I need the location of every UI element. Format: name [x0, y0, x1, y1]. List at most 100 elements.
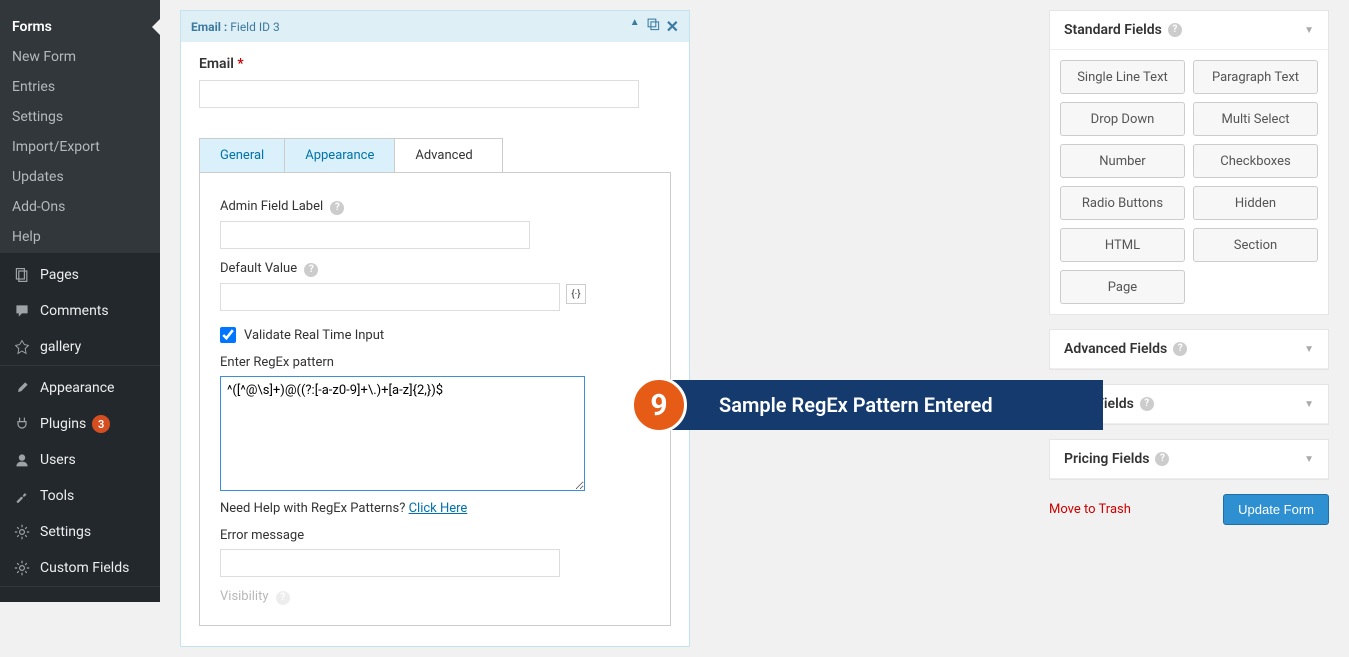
sidebar-item-label: Tools [40, 488, 74, 504]
field-btn-drop-down[interactable]: Drop Down [1060, 102, 1185, 136]
field-btn-number[interactable]: Number [1060, 144, 1185, 178]
sidebar-item-add-ons[interactable]: Add-Ons [0, 192, 160, 222]
required-mark: * [237, 56, 243, 72]
field-btn-hidden[interactable]: Hidden [1193, 186, 1318, 220]
panel-title-prefix: Email : [191, 20, 227, 34]
tab-advanced[interactable]: Advanced [395, 139, 492, 172]
field-btn-radio-buttons[interactable]: Radio Buttons [1060, 186, 1185, 220]
tab-general[interactable]: General [200, 139, 285, 172]
sidebar-item-users[interactable]: Users [0, 442, 160, 478]
validate-label: Validate Real Time Input [244, 328, 384, 343]
help-icon[interactable]: ? [330, 201, 344, 215]
field-btn-checkboxes[interactable]: Checkboxes [1193, 144, 1318, 178]
validate-checkbox[interactable] [220, 327, 236, 343]
sidebar-item-label: gallery [40, 339, 81, 355]
pages-icon [12, 265, 32, 285]
sidebar-item-forms[interactable]: Forms [0, 12, 160, 42]
callout: 9 Sample RegEx Pattern Entered [653, 380, 1103, 430]
plug-icon [12, 414, 32, 434]
regex-textarea[interactable]: ^([^@\s]+)@((?:[-a-z0-9]+\.)+[a-z]{2,})$ [220, 376, 585, 491]
field-btn-html[interactable]: HTML [1060, 228, 1185, 262]
sidebar: FormsNew FormEntriesSettingsImport/Expor… [0, 0, 160, 602]
collapse-menu[interactable]: Collapse menu [0, 591, 160, 602]
sidebar-item-label: Pages [40, 267, 79, 283]
brush-icon [12, 378, 32, 398]
admin-label-lbl: Admin Field Label ? [220, 199, 650, 215]
sidebar-item-label: Custom Fields [40, 560, 129, 576]
sidebar-item-label: Users [40, 452, 76, 468]
regex-label: Enter RegEx pattern [220, 355, 650, 370]
sidebar-item-label: Settings [40, 524, 91, 540]
field-panel: Email : Field ID 3 ▲ ✕ Email * General A… [180, 10, 690, 647]
field-preview-label: Email * [199, 56, 671, 72]
sidebar-item-import-export[interactable]: Import/Export [0, 132, 160, 162]
sidebar-item-gallery[interactable]: gallery [0, 329, 160, 365]
user-icon [12, 450, 32, 470]
wp-logo-bar [0, 0, 160, 12]
sidebar-item-label: Appearance [40, 380, 114, 396]
admin-label-input[interactable] [220, 221, 530, 249]
gear-icon [12, 522, 32, 542]
tab-pane-advanced: Admin Field Label ? Default Value ? {·} … [199, 172, 671, 626]
sidebar-item-custom-fields[interactable]: Custom Fields [0, 550, 160, 586]
panel-title-suffix: Field ID 3 [230, 20, 279, 34]
error-msg-label: Error message [220, 528, 650, 543]
chevron-down-icon: ▼ [1304, 25, 1314, 36]
chevron-down-icon: ▼ [1304, 399, 1314, 410]
sidebar-item-new-form[interactable]: New Form [0, 42, 160, 72]
sidebar-item-pages[interactable]: Pages [0, 257, 160, 293]
field-btn-page[interactable]: Page [1060, 270, 1185, 304]
help-icon[interactable]: ? [1173, 342, 1187, 356]
sidebar-item-settings[interactable]: Settings [0, 514, 160, 550]
pin-icon [12, 337, 32, 357]
help-icon[interactable]: ? [1155, 452, 1169, 466]
wrench-icon [12, 486, 32, 506]
chevron-down-icon: ▼ [1304, 344, 1314, 355]
sidebar-item-entries[interactable]: Entries [0, 72, 160, 102]
field-btn-single-line-text[interactable]: Single Line Text [1060, 60, 1185, 94]
field-btn-section[interactable]: Section [1193, 228, 1318, 262]
merge-tag-button[interactable]: {·} [566, 284, 586, 304]
pricing-fields-box: Pricing Fields? ▼ [1049, 439, 1329, 480]
box-head-standard[interactable]: Standard Fields? ▼ [1050, 11, 1328, 50]
update-form-button[interactable]: Update Form [1223, 494, 1329, 525]
help-icon[interactable]: ? [304, 263, 318, 277]
sidebar-item-label: Plugins [40, 416, 86, 432]
regex-help-link[interactable]: Click Here [409, 501, 468, 516]
collapse-field-icon[interactable]: ▲ [630, 17, 640, 36]
tabs: General Appearance Advanced [199, 138, 503, 172]
field-btn-multi-select[interactable]: Multi Select [1193, 102, 1318, 136]
sidebar-item-plugins[interactable]: Plugins3 [0, 406, 160, 442]
help-icon[interactable]: ? [1140, 397, 1154, 411]
delete-icon[interactable]: ✕ [666, 17, 679, 36]
default-value-input[interactable] [220, 283, 560, 311]
field-btn-paragraph-text[interactable]: Paragraph Text [1193, 60, 1318, 94]
box-head-advanced[interactable]: Advanced Fields? ▼ [1050, 330, 1328, 369]
comment-icon [12, 301, 32, 321]
sidebar-item-settings-gf[interactable]: Settings [0, 102, 160, 132]
sidebar-item-appearance[interactable]: Appearance [0, 370, 160, 406]
callout-text: Sample RegEx Pattern Entered [719, 393, 993, 417]
sidebar-item-help[interactable]: Help [0, 222, 160, 252]
duplicate-icon[interactable] [646, 17, 660, 36]
error-msg-input[interactable] [220, 549, 560, 577]
move-to-trash-link[interactable]: Move to Trash [1049, 502, 1131, 517]
sidebar-item-label: Comments [40, 303, 109, 319]
box-head-pricing[interactable]: Pricing Fields? ▼ [1050, 440, 1328, 479]
default-value-lbl: Default Value ? [220, 261, 650, 277]
help-icon[interactable]: ? [1168, 23, 1182, 37]
visibility-label: Visibility ? [220, 589, 650, 605]
tab-appearance[interactable]: Appearance [285, 139, 395, 172]
field-preview-input[interactable] [199, 80, 639, 108]
standard-fields-box: Standard Fields? ▼ Single Line TextParag… [1049, 10, 1329, 315]
panel-head: Email : Field ID 3 ▲ ✕ [181, 11, 689, 42]
help-icon[interactable]: ? [276, 591, 290, 605]
chevron-down-icon: ▼ [1304, 454, 1314, 465]
sidebar-item-updates[interactable]: Updates [0, 162, 160, 192]
callout-number: 9 [631, 377, 687, 433]
sidebar-item-comments[interactable]: Comments [0, 293, 160, 329]
gear-icon [12, 558, 32, 578]
sidebar-item-tools[interactable]: Tools [0, 478, 160, 514]
advanced-fields-box: Advanced Fields? ▼ [1049, 329, 1329, 370]
regex-help-row: Need Help with RegEx Patterns? Click Her… [220, 501, 650, 516]
